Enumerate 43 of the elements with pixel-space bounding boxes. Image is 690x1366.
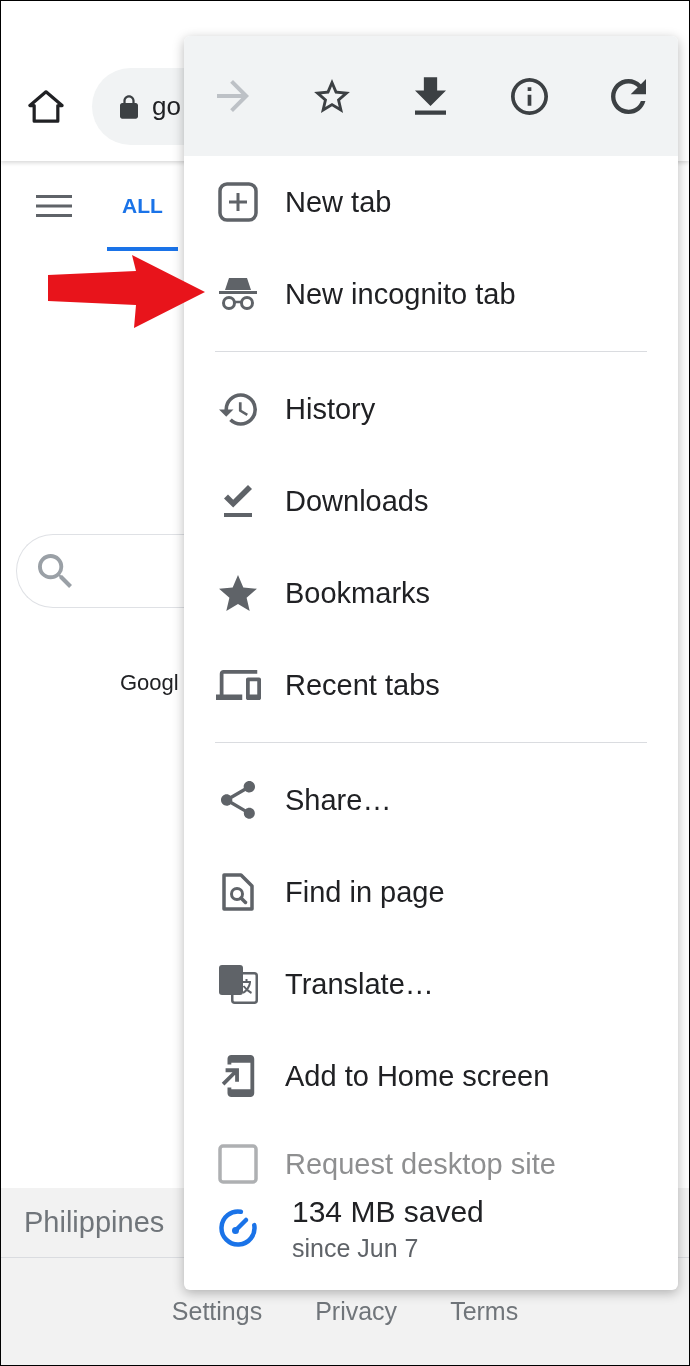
- address-bar[interactable]: go: [92, 68, 184, 145]
- region-label: Philippines: [24, 1204, 165, 1240]
- refresh-icon: [611, 78, 647, 114]
- footer-link[interactable]: Settings: [171, 1292, 263, 1331]
- menu-item[interactable]: Recent tabs: [184, 639, 678, 731]
- phone-arrow-icon: [221, 1055, 255, 1097]
- home-icon: [28, 89, 64, 124]
- page-search-icon: [222, 873, 254, 911]
- history-icon: [219, 392, 257, 426]
- star-icon: [219, 575, 257, 611]
- tick-underline-icon: [224, 485, 252, 517]
- search-icon: [38, 554, 72, 588]
- share-icon: [221, 781, 255, 819]
- incognito-icon: [218, 277, 258, 311]
- devices-icon: [215, 670, 261, 700]
- menu-item[interactable]: Share…: [184, 754, 678, 846]
- caption-text: Googl: [120, 670, 179, 696]
- footer-link[interactable]: Terms: [450, 1292, 519, 1331]
- search-tab[interactable]: ALL: [107, 161, 178, 251]
- translate-icon: [218, 964, 258, 1004]
- menu-item[interactable]: History: [184, 363, 678, 455]
- lock-icon: [120, 94, 138, 119]
- plus-square-icon: [218, 182, 258, 222]
- info-icon: [511, 77, 549, 115]
- menu-item[interactable]: New incognito tab: [184, 248, 678, 340]
- star-outline-icon: [314, 79, 351, 113]
- gauge-icon: [218, 1208, 258, 1248]
- menu-item[interactable]: Find in page: [184, 846, 678, 938]
- download-button[interactable]: [415, 77, 447, 115]
- page-info-button[interactable]: [511, 77, 549, 115]
- bookmark-button[interactable]: [314, 79, 351, 113]
- menu-item[interactable]: New tab: [184, 156, 678, 248]
- menu-item[interactable]: Downloads: [184, 455, 678, 547]
- menu-icon: [36, 195, 72, 217]
- data-saved-amount: 134 MB saved: [292, 1196, 484, 1228]
- data-saved-since: since Jun 7: [292, 1234, 420, 1262]
- menu-item[interactable]: Translate…: [184, 938, 678, 1030]
- forward-arrow-icon: [217, 80, 250, 112]
- menu-item[interactable]: Add to Home screen: [184, 1030, 678, 1122]
- menu-item[interactable]: Bookmarks: [184, 547, 678, 639]
- reload-button[interactable]: [611, 78, 647, 114]
- download-icon: [415, 77, 447, 115]
- footer-link[interactable]: Privacy: [315, 1292, 398, 1331]
